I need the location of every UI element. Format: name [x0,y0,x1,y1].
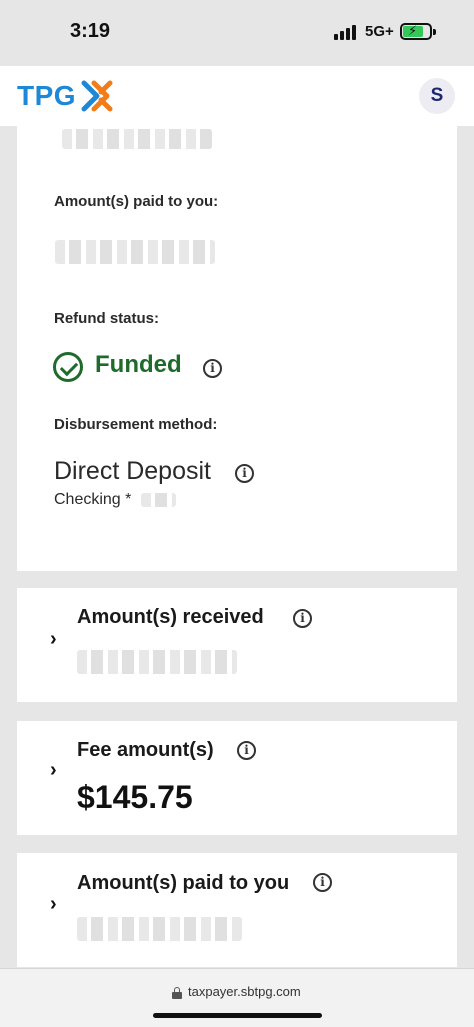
tpg-logo-text: TPG [17,80,77,111]
refund-status-value: Funded [95,351,182,378]
check-circle-icon [53,352,83,382]
chevron-right-icon: › [50,759,57,781]
status-time: 3:19 [70,20,111,42]
disbursement-method-label: Disbursement method: [54,416,218,433]
app-header: TPG S [0,66,474,126]
browser-url-bar[interactable]: taxpayer.sbtpg.com [0,968,474,1027]
redacted-account-number [141,493,176,507]
refund-status-label: Refund status: [54,310,159,327]
redacted-value [62,129,212,149]
account-type: Checking * [54,491,132,508]
summary-title: Fee amount(s) [77,739,214,761]
amount-received-card[interactable]: › Amount(s) received i [17,588,457,702]
chevron-right-icon: › [50,628,57,650]
chevron-right-icon: › [50,893,57,915]
signal-strength-icon [334,24,358,40]
redacted-amount [55,240,215,264]
refund-details-card: Amount(s) paid to you: Refund status: Fu… [17,126,457,571]
home-indicator[interactable] [153,1013,322,1018]
redacted-amount-paid [77,917,242,941]
status-bar: 3:19 5G+ ⚡ [0,0,474,66]
redacted-amount-received [77,650,237,674]
tpg-logo-icon [81,80,113,112]
battery-cap [433,29,436,35]
network-type: 5G+ [365,23,394,40]
info-icon[interactable]: i [203,359,222,378]
amount-paid-label: Amount(s) paid to you: [54,193,219,210]
lock-icon [172,987,182,999]
info-icon[interactable]: i [313,873,332,892]
url-text[interactable]: taxpayer.sbtpg.com [188,984,301,999]
disbursement-method-value: Direct Deposit [54,457,211,485]
battery-icon: ⚡ [400,23,432,40]
user-avatar[interactable]: S [419,78,455,114]
fee-amount-value: $145.75 [77,779,193,815]
summary-title: Amount(s) paid to you [77,872,290,894]
info-icon[interactable]: i [235,464,254,483]
summary-title: Amount(s) received [77,606,264,628]
info-icon[interactable]: i [293,609,312,628]
fee-amount-card[interactable]: › Fee amount(s) i $145.75 [17,721,457,835]
info-icon[interactable]: i [237,741,256,760]
amount-paid-card[interactable]: › Amount(s) paid to you i [17,853,457,967]
